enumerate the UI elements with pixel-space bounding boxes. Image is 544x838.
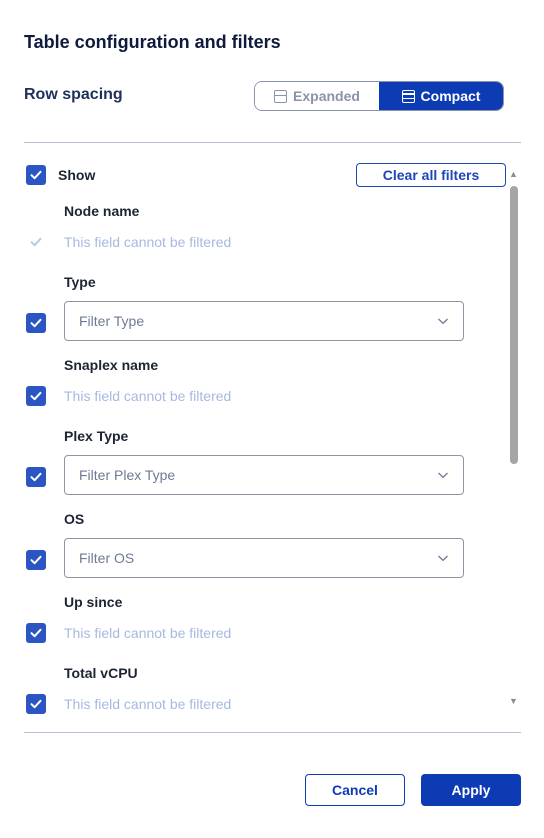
row-spacing-label: Row spacing	[24, 86, 123, 103]
plex-type-filter-select[interactable]: Filter Plex Type	[64, 455, 464, 495]
type-filter-select[interactable]: Filter Type	[64, 301, 464, 341]
expanded-option-button[interactable]: Expanded	[255, 82, 379, 110]
row-spacing-toggle: Expanded Compact	[254, 81, 504, 111]
compact-option-button[interactable]: Compact	[379, 82, 503, 110]
total-vcpu-checkbox[interactable]	[26, 694, 46, 714]
scroll-up-arrow-icon[interactable]: ▲	[509, 170, 518, 179]
scroll-down-arrow-icon[interactable]: ▼	[509, 697, 518, 706]
total-vcpu-not-filterable-note: This field cannot be filtered	[64, 696, 232, 712]
up-since-not-filterable-note: This field cannot be filtered	[64, 625, 232, 641]
checkmark-icon	[30, 391, 42, 401]
checkmark-icon	[30, 472, 42, 482]
field-label-snaplex-name: Snaplex name	[64, 357, 159, 373]
cancel-button[interactable]: Cancel	[305, 774, 405, 806]
os-filter-select[interactable]: Filter OS	[64, 538, 464, 578]
checkmark-icon	[30, 170, 42, 180]
checkmark-icon	[30, 237, 42, 247]
apply-button[interactable]: Apply	[421, 774, 521, 806]
chevron-down-icon	[438, 318, 448, 325]
show-all-checkbox[interactable]	[26, 165, 46, 185]
type-checkbox[interactable]	[26, 313, 46, 333]
checkmark-icon	[30, 628, 42, 638]
show-label: Show	[58, 167, 96, 183]
os-filter-placeholder: Filter OS	[79, 550, 135, 566]
clear-all-filters-button[interactable]: Clear all filters	[356, 163, 506, 187]
chevron-down-icon	[438, 555, 448, 562]
top-divider	[24, 142, 521, 143]
field-label-node-name: Node name	[64, 203, 140, 219]
chevron-down-icon	[438, 472, 448, 479]
checkmark-icon	[30, 318, 42, 328]
os-checkbox[interactable]	[26, 550, 46, 570]
plex-type-checkbox[interactable]	[26, 467, 46, 487]
snaplex-name-checkbox[interactable]	[26, 386, 46, 406]
expanded-option-label: Expanded	[293, 88, 360, 104]
bottom-divider	[24, 732, 521, 733]
compact-rows-icon	[401, 89, 415, 103]
field-label-up-since: Up since	[64, 594, 123, 610]
field-label-plex-type: Plex Type	[64, 428, 129, 444]
snaplex-name-not-filterable-note: This field cannot be filtered	[64, 388, 232, 404]
checkmark-icon	[30, 699, 42, 709]
scrollbar-thumb[interactable]	[510, 186, 518, 464]
expanded-rows-icon	[274, 89, 288, 103]
field-label-os: OS	[64, 511, 85, 527]
checkmark-icon	[30, 555, 42, 565]
plex-type-filter-placeholder: Filter Plex Type	[79, 467, 176, 483]
compact-option-label: Compact	[420, 88, 481, 104]
dialog-title: Table configuration and filters	[24, 32, 281, 52]
up-since-checkbox[interactable]	[26, 623, 46, 643]
field-label-total-vcpu: Total vCPU	[64, 665, 138, 681]
field-label-type: Type	[64, 274, 96, 290]
node-name-checkbox	[26, 232, 46, 252]
node-name-not-filterable-note: This field cannot be filtered	[64, 234, 232, 250]
type-filter-placeholder: Filter Type	[79, 313, 145, 329]
